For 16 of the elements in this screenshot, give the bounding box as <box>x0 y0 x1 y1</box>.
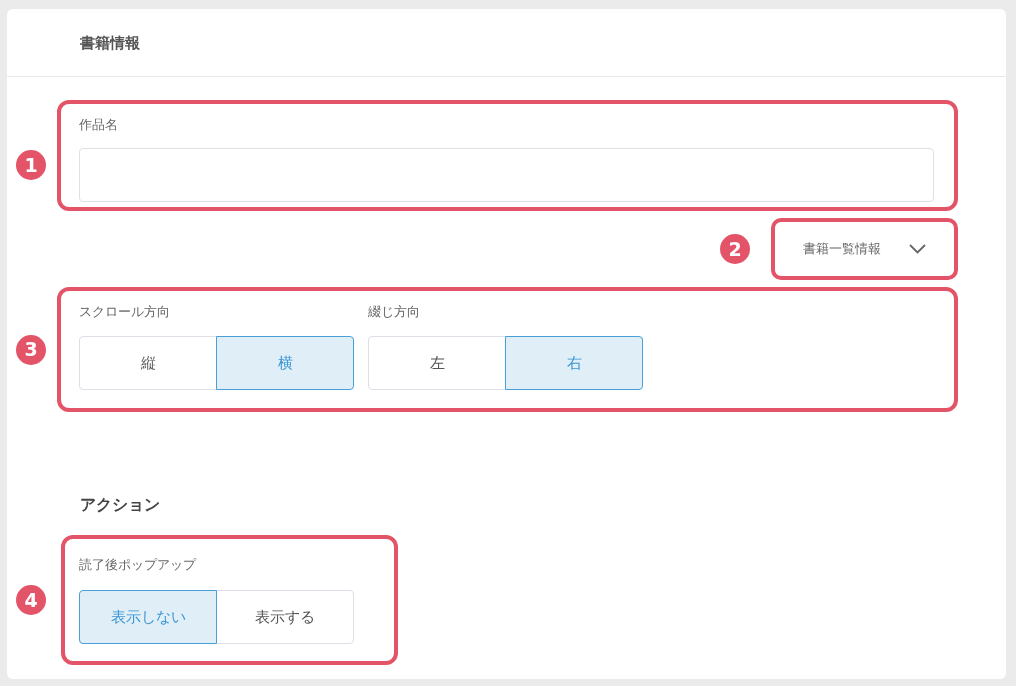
field-label: 綴じ方向 <box>368 303 421 321</box>
callout-number: 2 <box>720 234 750 264</box>
field-label: 作品名 <box>79 116 119 134</box>
callout-number: 4 <box>16 585 46 615</box>
list-info-toggle[interactable]: 書籍一覧情報 <box>803 240 926 258</box>
field-label: スクロール方向 <box>79 303 171 321</box>
card-title: 書籍情報 <box>80 32 140 54</box>
section-title: アクション <box>80 495 160 514</box>
callout-number: 1 <box>16 150 46 180</box>
segment-option[interactable]: 左 <box>368 336 506 390</box>
segment-option[interactable]: 縦 <box>79 336 217 390</box>
chevron-down-icon <box>909 244 926 254</box>
callout-number: 3 <box>16 334 46 365</box>
segment-option[interactable]: 表示する <box>216 590 354 644</box>
title-input[interactable] <box>79 148 934 202</box>
field-label: 読了後ポップアップ <box>79 556 198 574</box>
